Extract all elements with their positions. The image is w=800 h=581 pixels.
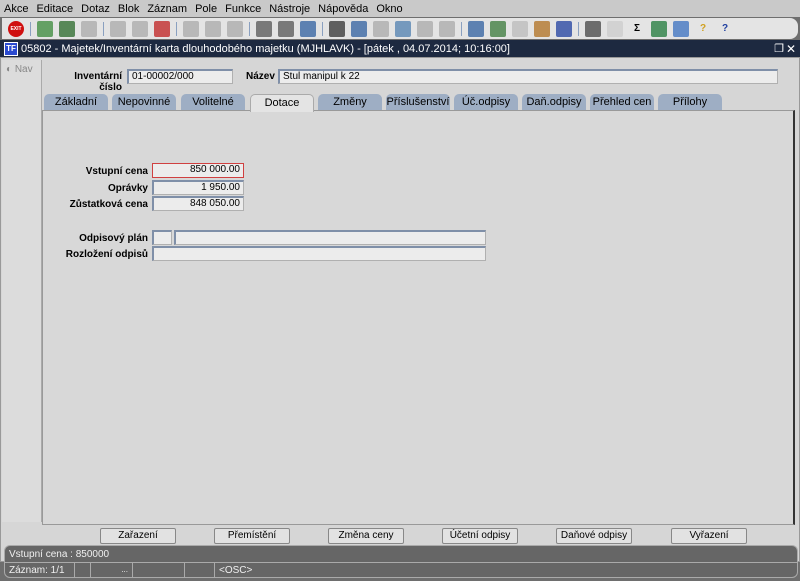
tab-6[interactable]: Úč.odpisy	[454, 94, 518, 111]
copy-icon[interactable]	[110, 20, 126, 37]
action-button-1[interactable]: Přemístění	[214, 528, 290, 544]
toolbar-separator	[461, 21, 462, 36]
tab-7[interactable]: Daň.odpisy	[522, 94, 586, 111]
action-button-3[interactable]: Účetní odpisy	[442, 528, 518, 544]
toolbar: EXIT Σ??	[2, 18, 798, 39]
filter-icon[interactable]	[227, 20, 243, 37]
clear-icon[interactable]	[154, 20, 170, 37]
action-button-4[interactable]: Daňové odpisy	[556, 528, 632, 544]
wheel-icon[interactable]	[534, 20, 550, 37]
print-preview-icon[interactable]	[278, 20, 294, 37]
word-icon[interactable]	[673, 20, 689, 37]
zustatkova-cena-label: Zůstatková cena	[69, 199, 148, 210]
delete-record-icon[interactable]	[81, 20, 97, 37]
export-icon[interactable]	[468, 20, 484, 37]
save-record-icon[interactable]	[59, 20, 75, 37]
zustatkova-cena-input[interactable]: 848 050.00	[152, 196, 244, 211]
insert-record-icon[interactable]	[37, 20, 53, 37]
menu-nastroje[interactable]: Nástroje	[269, 3, 310, 15]
swap-icon[interactable]	[373, 20, 389, 37]
window-title-bar: TF 05802 - Majetek/Inventární karta dlou…	[0, 40, 800, 57]
mail-icon[interactable]	[300, 20, 316, 37]
menu-funkce[interactable]: Funkce	[225, 3, 261, 15]
list-icon[interactable]	[417, 20, 433, 37]
opravky-label: Oprávky	[107, 183, 148, 194]
status-cell	[133, 563, 185, 577]
toolbar-separator	[176, 21, 177, 36]
menu-akce[interactable]: Akce	[4, 3, 28, 15]
sort-desc-icon[interactable]	[205, 20, 221, 37]
tab-4[interactable]: Změny	[318, 94, 382, 111]
document-icon[interactable]	[490, 20, 506, 37]
clock-icon[interactable]	[607, 20, 623, 37]
toolbar-separator	[578, 21, 579, 36]
vstupni-cena-input[interactable]: 850 000.00	[152, 163, 244, 178]
status-message: Vstupní cena : 850000	[4, 545, 798, 562]
rozlozeni-odpisu-input[interactable]	[152, 246, 486, 261]
tab-8[interactable]: Přehled cen	[590, 94, 654, 111]
inventory-number-input[interactable]: 01-00002/000	[127, 69, 233, 84]
context-help-icon[interactable]: ?	[717, 21, 733, 37]
menu-zaznam[interactable]: Záznam	[147, 3, 187, 15]
tab-1[interactable]: Nepovinné	[112, 94, 176, 111]
sort-asc-icon[interactable]	[183, 20, 199, 37]
status-dots: ...	[91, 563, 133, 577]
excel-icon[interactable]	[651, 20, 667, 37]
tab-3[interactable]: Dotace	[250, 94, 314, 112]
vstupni-cena-label: Vstupní cena	[85, 166, 148, 177]
exit-icon[interactable]: EXIT	[8, 20, 24, 37]
action-button-0[interactable]: Zařazení	[100, 528, 176, 544]
nav-panel[interactable]: ◐ Nav	[2, 60, 42, 522]
record-counter: Záznam: 1/1	[5, 563, 75, 577]
toolbar-separator	[249, 21, 250, 36]
odpisovy-plan-label: Odpisový plán	[79, 233, 148, 244]
opravky-input[interactable]: 1 950.00	[152, 180, 244, 195]
window-title: 05802 - Majetek/Inventární karta dlouhod…	[21, 42, 510, 55]
sum-icon[interactable]: Σ	[629, 21, 645, 37]
menu-okno[interactable]: Okno	[376, 3, 402, 15]
menu-pole[interactable]: Pole	[195, 3, 217, 15]
paste-icon[interactable]	[132, 20, 148, 37]
name-label: Název	[246, 71, 275, 82]
nav-icon: ◐	[6, 64, 15, 75]
toolbar-separator	[322, 21, 323, 36]
menu-editace[interactable]: Editace	[36, 3, 73, 15]
status-bar: Záznam: 1/1 ... <OSC>	[4, 562, 798, 578]
toolbar-separator	[103, 21, 104, 36]
app-logo-icon: TF	[4, 41, 18, 56]
help-icon[interactable]: ?	[695, 21, 711, 37]
menu-blok[interactable]: Blok	[118, 3, 139, 15]
menu-napoveda[interactable]: Nápověda	[318, 3, 368, 15]
toolbar-separator	[30, 21, 31, 36]
restore-icon[interactable]: ❐	[774, 42, 784, 55]
search-icon[interactable]	[395, 20, 411, 37]
chart-icon[interactable]	[585, 20, 601, 37]
columns-icon[interactable]	[439, 20, 455, 37]
globe-icon[interactable]	[512, 20, 528, 37]
status-cell	[75, 563, 91, 577]
translate-icon[interactable]	[351, 20, 367, 37]
action-button-2[interactable]: Změna ceny	[328, 528, 404, 544]
nav-label: Nav	[14, 64, 33, 75]
menu-bar: Akce Editace Dotaz Blok Záznam Pole Funk…	[0, 0, 800, 17]
rozlozeni-odpisu-label: Rozložení odpisů	[65, 249, 148, 260]
status-cell	[185, 563, 215, 577]
name-input[interactable]: Stul manipul k 22	[278, 69, 778, 84]
inventory-number-label: Inventární číslo	[74, 71, 122, 93]
pyramid-icon[interactable]	[556, 20, 572, 37]
tab-5[interactable]: Příslušenství	[386, 94, 450, 111]
odpisovy-plan-code-input[interactable]	[152, 230, 172, 245]
tab-0[interactable]: Základní	[44, 94, 108, 111]
cut-icon[interactable]	[329, 20, 345, 37]
tab-2[interactable]: Volitelné	[181, 94, 245, 111]
tab-9[interactable]: Přílohy	[658, 94, 722, 111]
mode-indicator: <OSC>	[219, 565, 253, 576]
action-button-5[interactable]: Vyřazení	[671, 528, 747, 544]
print-icon[interactable]	[256, 20, 272, 37]
odpisovy-plan-name-input[interactable]	[174, 230, 486, 245]
close-icon[interactable]: ✕	[786, 42, 796, 56]
menu-dotaz[interactable]: Dotaz	[81, 3, 110, 15]
